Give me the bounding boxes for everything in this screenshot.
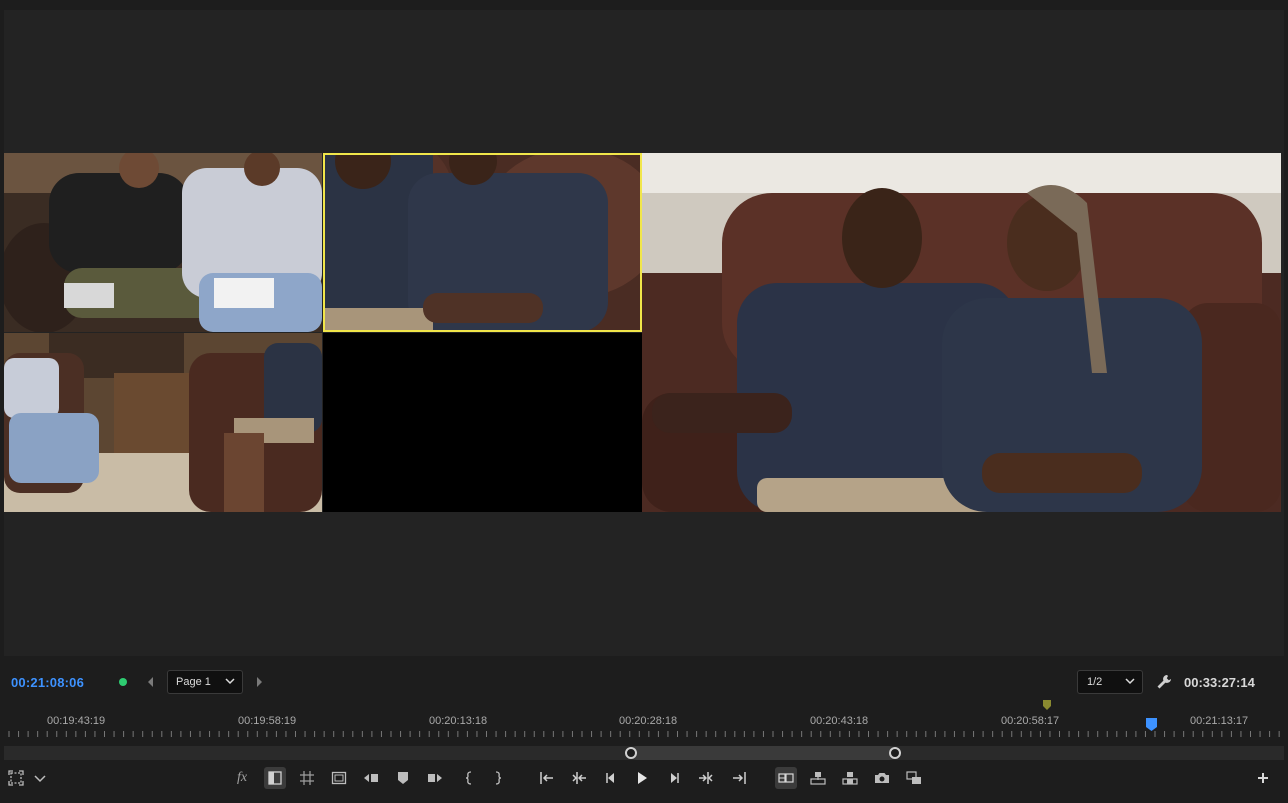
duration-timecode: 00:33:27:14 xyxy=(1184,675,1255,690)
go-to-out-icon xyxy=(733,772,746,784)
frame-icon xyxy=(331,771,347,785)
lift-icon xyxy=(364,774,378,782)
next-edit-button[interactable] xyxy=(695,767,717,789)
extract-icon xyxy=(428,774,442,782)
add-marker-button[interactable] xyxy=(392,767,414,789)
ruler-ticks xyxy=(8,731,1280,737)
go-to-in-button[interactable] xyxy=(536,767,558,789)
comparison-view-button[interactable] xyxy=(264,767,286,789)
go-to-in-icon xyxy=(540,772,553,784)
proxy-toggle-button[interactable] xyxy=(903,767,925,789)
export-frame-button[interactable] xyxy=(871,767,893,789)
program-output-frame xyxy=(642,153,1281,512)
overwrite-icon xyxy=(842,772,858,785)
ruler-label: 00:21:13:17 xyxy=(1190,715,1249,727)
program-monitor: 00:21:08:06 Page 1 1/2 00:33:27:14 00:19… xyxy=(0,0,1288,803)
add-button-icon xyxy=(1258,773,1268,783)
settings-dropdown-button[interactable] xyxy=(29,767,51,789)
go-to-out-button[interactable] xyxy=(728,767,750,789)
mark-in-button[interactable] xyxy=(458,767,480,789)
page-dropdown[interactable]: Page 1 xyxy=(167,670,243,694)
multicam-angle-3[interactable] xyxy=(4,333,322,512)
play-icon xyxy=(638,772,647,784)
mark-out-button[interactable] xyxy=(487,767,509,789)
fx-button[interactable]: fx xyxy=(231,767,253,789)
zoom-scrollbar[interactable] xyxy=(4,746,1284,760)
fx-icon: fx xyxy=(236,770,248,785)
previous-edit-button[interactable] xyxy=(568,767,590,789)
ruler-label: 00:19:43:19 xyxy=(47,715,106,727)
previous-edit-icon xyxy=(572,772,586,784)
multicam-view-icon xyxy=(778,773,794,783)
chevron-down-icon xyxy=(34,775,46,783)
ruler-label: 00:20:43:18 xyxy=(810,715,869,727)
next-edit-icon xyxy=(699,772,713,784)
current-timecode[interactable]: 00:21:08:06 xyxy=(11,675,84,690)
mark-out-icon xyxy=(495,771,502,785)
previous-page-icon[interactable] xyxy=(146,676,156,688)
safe-margins-button[interactable] xyxy=(5,767,27,789)
frame-button[interactable] xyxy=(328,767,350,789)
export-frame-icon xyxy=(875,773,889,783)
multicam-view-button[interactable] xyxy=(775,767,797,789)
safe-margins-icon xyxy=(8,770,24,786)
mark-in-icon xyxy=(465,771,472,785)
resolution-dropdown-value: 1/2 xyxy=(1087,676,1103,688)
zoom-handle-left[interactable] xyxy=(625,747,637,759)
multicam-angle-1[interactable] xyxy=(4,153,322,332)
insert-icon xyxy=(810,772,826,785)
chevron-down-icon xyxy=(1125,678,1135,685)
step-back-icon xyxy=(606,773,614,783)
lift-button[interactable] xyxy=(360,767,382,789)
chevron-down-icon xyxy=(225,678,235,685)
status-indicator xyxy=(119,678,127,686)
grid-icon xyxy=(300,771,314,785)
resolution-dropdown[interactable]: 1/2 xyxy=(1077,670,1143,694)
zoom-handle-right[interactable] xyxy=(889,747,901,759)
zoom-scrollbar-thumb[interactable] xyxy=(625,746,901,760)
multicam-angle-2[interactable] xyxy=(323,153,642,332)
multicam-angle-4[interactable] xyxy=(323,333,642,512)
ruler-label: 00:19:58:19 xyxy=(238,715,297,727)
comparison-view-icon xyxy=(268,771,282,785)
proxy-toggle-icon xyxy=(906,771,921,784)
overwrite-button[interactable] xyxy=(839,767,861,789)
button-editor-add[interactable] xyxy=(1252,767,1274,789)
play-button[interactable] xyxy=(631,767,653,789)
insert-button[interactable] xyxy=(807,767,829,789)
playhead-icon[interactable] xyxy=(1146,718,1157,731)
step-forward-icon xyxy=(671,773,679,783)
wrench-icon[interactable] xyxy=(1156,674,1172,690)
add-marker-icon xyxy=(398,772,408,784)
ruler-label: 00:20:58:17 xyxy=(1001,715,1060,727)
ruler-label: 00:20:13:18 xyxy=(429,715,488,727)
step-forward-button[interactable] xyxy=(663,767,685,789)
extract-button[interactable] xyxy=(424,767,446,789)
step-back-button[interactable] xyxy=(600,767,622,789)
grid-button[interactable] xyxy=(296,767,318,789)
page-dropdown-value: Page 1 xyxy=(176,676,211,688)
ruler-label: 00:20:28:18 xyxy=(619,715,678,727)
next-page-icon[interactable] xyxy=(254,676,264,688)
time-ruler[interactable]: 00:19:43:19 00:19:58:19 00:20:13:18 00:2… xyxy=(4,712,1284,738)
marker-icon[interactable] xyxy=(1043,700,1051,710)
